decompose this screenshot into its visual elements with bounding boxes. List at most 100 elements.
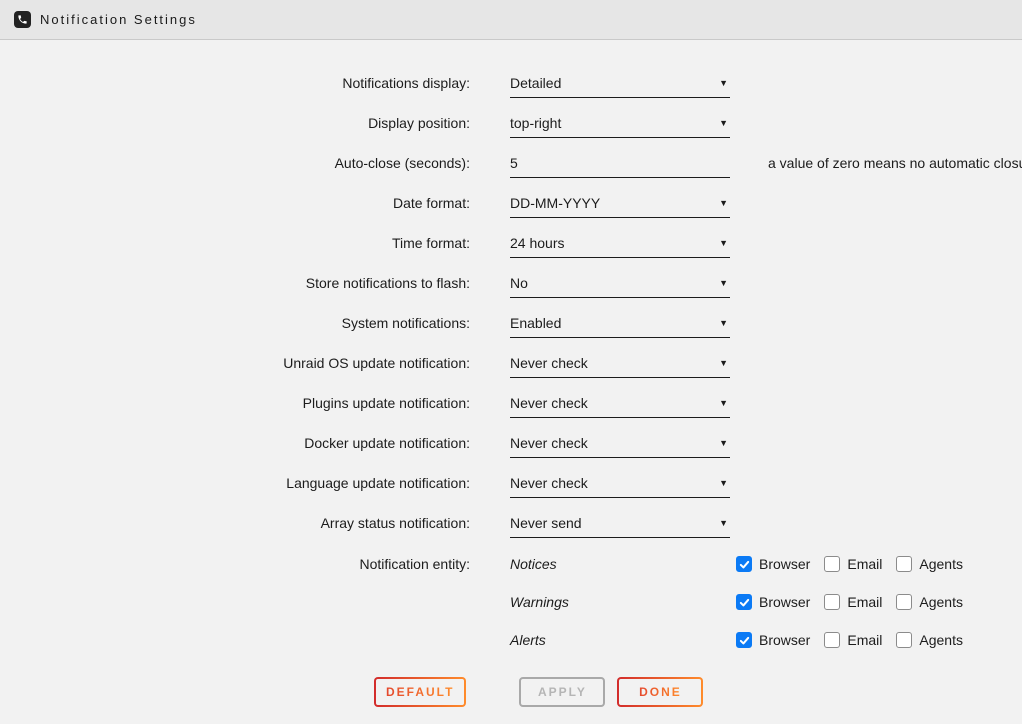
form-row: Date format: DD-MM-YYYY ▼ bbox=[0, 185, 1022, 225]
select-unraid-os-update-notification[interactable]: Never check ▼ bbox=[510, 355, 730, 378]
select-time-format[interactable]: 24 hours ▼ bbox=[510, 235, 730, 258]
checkbox-warnings-agents[interactable] bbox=[896, 594, 912, 610]
field-label: Display position: bbox=[0, 115, 470, 131]
form-row: Docker update notification: Never check … bbox=[0, 425, 1022, 465]
page-title: Notification Settings bbox=[40, 12, 197, 27]
entity-section-label: Notification entity: bbox=[0, 556, 470, 572]
checkbox-label: Agents bbox=[919, 594, 963, 610]
field-value: 24 hours bbox=[510, 235, 564, 251]
entity-name-alerts: Alerts bbox=[510, 632, 736, 648]
chevron-down-icon: ▼ bbox=[719, 79, 728, 88]
select-notifications-display[interactable]: Detailed ▼ bbox=[510, 75, 730, 98]
default-button-label: DEFAULT bbox=[386, 685, 454, 699]
field-value: Never send bbox=[510, 515, 582, 531]
select-array-status-notification[interactable]: Never send ▼ bbox=[510, 515, 730, 538]
checkbox-item-alerts-browser[interactable]: Browser bbox=[736, 632, 810, 648]
checkbox-item-notices-agents[interactable]: Agents bbox=[896, 556, 963, 572]
done-button-label: DONE bbox=[639, 685, 682, 699]
page-header: Notification Settings bbox=[0, 0, 1022, 40]
select-date-format[interactable]: DD-MM-YYYY ▼ bbox=[510, 195, 730, 218]
field-label: Array status notification: bbox=[0, 515, 470, 531]
chevron-down-icon: ▼ bbox=[719, 319, 728, 328]
entity-row: Warnings Browser Email Agents bbox=[0, 583, 1022, 621]
field-value: Never check bbox=[510, 435, 588, 451]
checkbox-label: Browser bbox=[759, 556, 810, 572]
checkbox-item-alerts-email[interactable]: Email bbox=[824, 632, 882, 648]
chevron-down-icon: ▼ bbox=[719, 399, 728, 408]
select-language-update-notification[interactable]: Never check ▼ bbox=[510, 475, 730, 498]
form-rows: Notifications display: Detailed ▼ Displa… bbox=[0, 65, 1022, 545]
field-label: Language update notification: bbox=[0, 475, 470, 491]
chevron-down-icon: ▼ bbox=[719, 479, 728, 488]
field-label: Docker update notification: bbox=[0, 435, 470, 451]
checkbox-label: Browser bbox=[759, 594, 810, 610]
form-actions: DEFAULT APPLY DONE bbox=[374, 677, 1022, 707]
field-value: Enabled bbox=[510, 315, 561, 331]
form-row: Store notifications to flash: No ▼ bbox=[0, 265, 1022, 305]
select-display-position[interactable]: top-right ▼ bbox=[510, 115, 730, 138]
chevron-down-icon: ▼ bbox=[719, 519, 728, 528]
chevron-down-icon: ▼ bbox=[719, 239, 728, 248]
checkbox-alerts-browser[interactable] bbox=[736, 632, 752, 648]
form-row: Array status notification: Never send ▼ bbox=[0, 505, 1022, 545]
form-row: Language update notification: Never chec… bbox=[0, 465, 1022, 505]
field-label: Time format: bbox=[0, 235, 470, 251]
phone-square-icon bbox=[14, 11, 31, 28]
checkbox-group: Browser Email Agents bbox=[736, 594, 963, 610]
done-button[interactable]: DONE bbox=[617, 677, 703, 707]
select-docker-update-notification[interactable]: Never check ▼ bbox=[510, 435, 730, 458]
form-row: Display position: top-right ▼ bbox=[0, 105, 1022, 145]
form-row: Auto-close (seconds): 5 a value of zero … bbox=[0, 145, 1022, 185]
chevron-down-icon: ▼ bbox=[719, 199, 728, 208]
apply-button-label: APPLY bbox=[538, 685, 587, 699]
settings-form: Notifications display: Detailed ▼ Displa… bbox=[0, 40, 1022, 707]
checkbox-item-notices-email[interactable]: Email bbox=[824, 556, 882, 572]
checkbox-group: Browser Email Agents bbox=[736, 556, 963, 572]
checkbox-notices-email[interactable] bbox=[824, 556, 840, 572]
checkbox-alerts-agents[interactable] bbox=[896, 632, 912, 648]
field-value: Never check bbox=[510, 355, 588, 371]
apply-button[interactable]: APPLY bbox=[519, 677, 605, 707]
checkbox-label: Email bbox=[847, 632, 882, 648]
field-value: Detailed bbox=[510, 75, 561, 91]
checkbox-group: Browser Email Agents bbox=[736, 632, 963, 648]
field-value: top-right bbox=[510, 115, 561, 131]
entity-name-warnings: Warnings bbox=[510, 594, 736, 610]
checkbox-warnings-browser[interactable] bbox=[736, 594, 752, 610]
field-label: Auto-close (seconds): bbox=[0, 155, 470, 171]
entity-row: Alerts Browser Email Agents bbox=[0, 621, 1022, 659]
checkbox-item-warnings-agents[interactable]: Agents bbox=[896, 594, 963, 610]
checkbox-label: Agents bbox=[919, 632, 963, 648]
checkbox-label: Email bbox=[847, 594, 882, 610]
checkbox-item-warnings-browser[interactable]: Browser bbox=[736, 594, 810, 610]
checkbox-item-notices-browser[interactable]: Browser bbox=[736, 556, 810, 572]
field-value: DD-MM-YYYY bbox=[510, 195, 600, 211]
field-label: Store notifications to flash: bbox=[0, 275, 470, 291]
chevron-down-icon: ▼ bbox=[719, 279, 728, 288]
form-row: Time format: 24 hours ▼ bbox=[0, 225, 1022, 265]
field-value: Never check bbox=[510, 395, 588, 411]
entity-name-notices: Notices bbox=[510, 556, 736, 572]
field-value: 5 bbox=[510, 155, 518, 171]
checkbox-item-warnings-email[interactable]: Email bbox=[824, 594, 882, 610]
input-auto-close-seconds[interactable]: 5 bbox=[510, 155, 730, 178]
checkbox-label: Agents bbox=[919, 556, 963, 572]
form-row: System notifications: Enabled ▼ bbox=[0, 305, 1022, 345]
select-system-notifications[interactable]: Enabled ▼ bbox=[510, 315, 730, 338]
form-row: Notifications display: Detailed ▼ bbox=[0, 65, 1022, 105]
field-label: Notifications display: bbox=[0, 75, 470, 91]
checkbox-alerts-email[interactable] bbox=[824, 632, 840, 648]
checkbox-notices-browser[interactable] bbox=[736, 556, 752, 572]
default-button[interactable]: DEFAULT bbox=[374, 677, 466, 707]
select-store-notifications-to-flash[interactable]: No ▼ bbox=[510, 275, 730, 298]
entity-rows: Notification entity: Notices Browser Ema… bbox=[0, 545, 1022, 659]
field-label: Unraid OS update notification: bbox=[0, 355, 470, 371]
field-label: Plugins update notification: bbox=[0, 395, 470, 411]
chevron-down-icon: ▼ bbox=[719, 119, 728, 128]
select-plugins-update-notification[interactable]: Never check ▼ bbox=[510, 395, 730, 418]
checkbox-item-alerts-agents[interactable]: Agents bbox=[896, 632, 963, 648]
checkbox-notices-agents[interactable] bbox=[896, 556, 912, 572]
field-value: Never check bbox=[510, 475, 588, 491]
checkbox-warnings-email[interactable] bbox=[824, 594, 840, 610]
checkbox-label: Browser bbox=[759, 632, 810, 648]
